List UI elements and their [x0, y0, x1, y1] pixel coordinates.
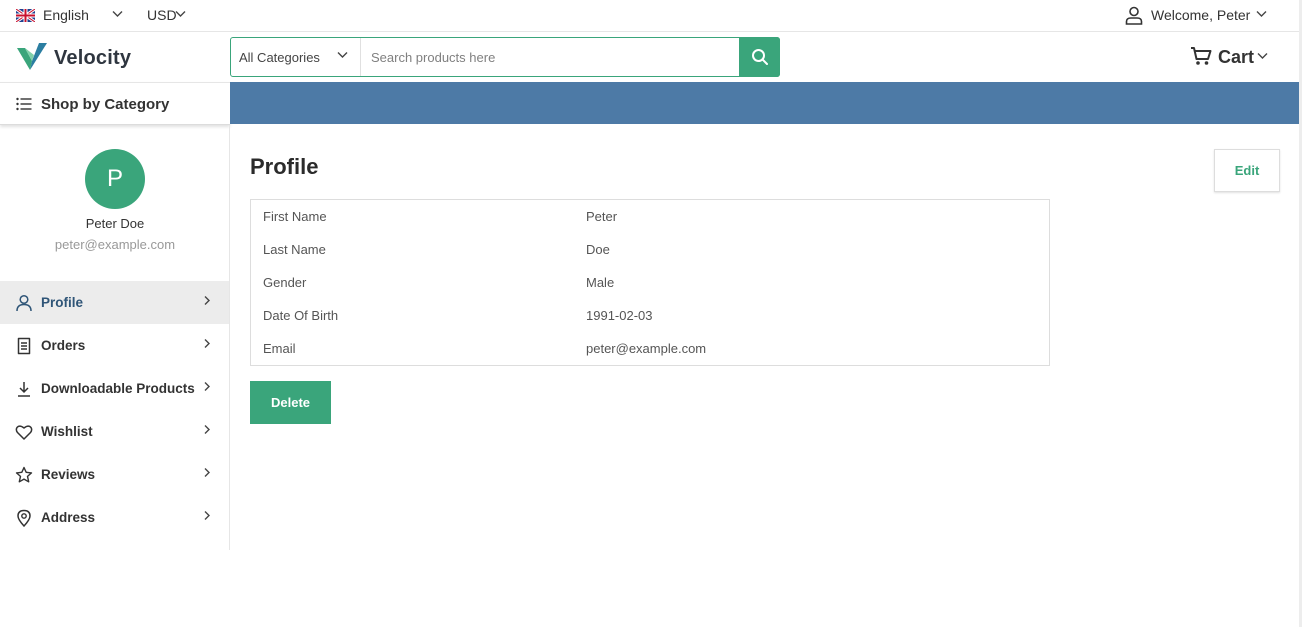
- sidebar-item-profile[interactable]: Profile: [0, 281, 229, 324]
- chevron-down-icon[interactable]: [1257, 52, 1268, 60]
- field-label: Email: [263, 341, 296, 356]
- heart-icon: [15, 425, 33, 440]
- field-value: Peter: [586, 209, 618, 224]
- profile-info-table: First Name Peter Last Name Doe Gender Ma…: [250, 199, 1050, 366]
- chevron-down-icon[interactable]: [175, 10, 186, 18]
- sidebar-item-address[interactable]: Address: [0, 496, 229, 539]
- field-label: Last Name: [263, 242, 326, 257]
- chevron-down-icon[interactable]: [112, 10, 123, 18]
- category-select-label: All Categories: [239, 50, 320, 65]
- language-selector[interactable]: English: [43, 7, 89, 23]
- location-pin-icon: [17, 509, 31, 527]
- currency-selector[interactable]: USD: [147, 7, 177, 23]
- user-email: peter@example.com: [54, 237, 176, 252]
- velocity-logo-icon[interactable]: [17, 41, 47, 71]
- cart-icon[interactable]: [1190, 46, 1212, 66]
- search-bar: All Categories: [230, 37, 780, 77]
- sidebar-item-label: Address: [41, 510, 96, 525]
- table-row: Email peter@example.com: [251, 332, 1049, 365]
- field-label: First Name: [263, 209, 327, 224]
- category-banner: [230, 82, 1302, 124]
- chevron-down-icon[interactable]: [1256, 10, 1267, 18]
- brand-name[interactable]: Velocity: [54, 47, 131, 70]
- welcome-menu[interactable]: Welcome, Peter: [1151, 7, 1250, 23]
- sidebar-item-reviews[interactable]: Reviews: [0, 453, 229, 496]
- field-value: Male: [586, 275, 615, 290]
- chevron-right-icon: [204, 296, 210, 305]
- avatar: P: [85, 149, 145, 209]
- delete-button[interactable]: Delete: [250, 381, 331, 424]
- sidebar-item-downloadable-products[interactable]: Downloadable Products: [0, 367, 229, 410]
- chevron-down-icon: [337, 52, 348, 58]
- field-value: Doe: [586, 242, 610, 257]
- user-icon[interactable]: [1125, 6, 1143, 25]
- shop-by-category-label: Shop by Category: [41, 96, 170, 113]
- table-row: First Name Peter: [251, 200, 1049, 233]
- category-select[interactable]: All Categories: [231, 38, 361, 76]
- chevron-right-icon: [204, 511, 210, 520]
- field-label: Date Of Birth: [263, 308, 339, 323]
- chevron-right-icon: [204, 382, 210, 391]
- chevron-right-icon: [204, 468, 210, 477]
- search-button[interactable]: [739, 37, 780, 77]
- field-label: Gender: [263, 275, 307, 290]
- sidebar-item-label: Wishlist: [41, 424, 93, 439]
- sidebar-item-label: Reviews: [41, 467, 96, 482]
- account-sidebar: P Peter Doe peter@example.com Profile Or…: [0, 125, 230, 550]
- search-input[interactable]: [362, 38, 740, 76]
- chevron-right-icon: [204, 425, 210, 434]
- search-icon: [751, 49, 768, 65]
- header: Velocity All Categories Cart: [0, 32, 1302, 82]
- top-bar: English USD Welcome, Peter: [0, 0, 1302, 32]
- sidebar-item-label: Downloadable Products: [41, 381, 195, 396]
- sidebar-item-orders[interactable]: Orders: [0, 324, 229, 367]
- field-value: 1991-02-03: [586, 308, 653, 323]
- chevron-right-icon: [204, 339, 210, 348]
- table-row: Gender Male: [251, 266, 1049, 299]
- page-title: Profile: [250, 154, 319, 179]
- receipt-icon: [17, 337, 31, 355]
- cart-button[interactable]: Cart: [1218, 47, 1254, 68]
- category-bar: Shop by Category: [0, 82, 1302, 125]
- uk-flag-icon: [16, 9, 35, 22]
- edit-button[interactable]: Edit: [1214, 149, 1280, 192]
- field-value: peter@example.com: [586, 341, 707, 356]
- table-row: Date Of Birth 1991-02-03: [251, 299, 1049, 332]
- star-icon: [15, 466, 33, 483]
- table-row: Last Name Doe: [251, 233, 1049, 266]
- shop-by-category-button[interactable]: Shop by Category: [0, 82, 230, 125]
- account-menu: Profile Orders Downloadable Products Wis…: [0, 281, 229, 539]
- user-icon: [16, 294, 32, 312]
- sidebar-item-label: Orders: [41, 338, 86, 353]
- sidebar-item-label: Profile: [41, 295, 84, 310]
- user-name: Peter Doe: [85, 216, 145, 231]
- download-icon: [18, 382, 30, 397]
- list-menu-icon: [16, 97, 32, 111]
- sidebar-item-wishlist[interactable]: Wishlist: [0, 410, 229, 453]
